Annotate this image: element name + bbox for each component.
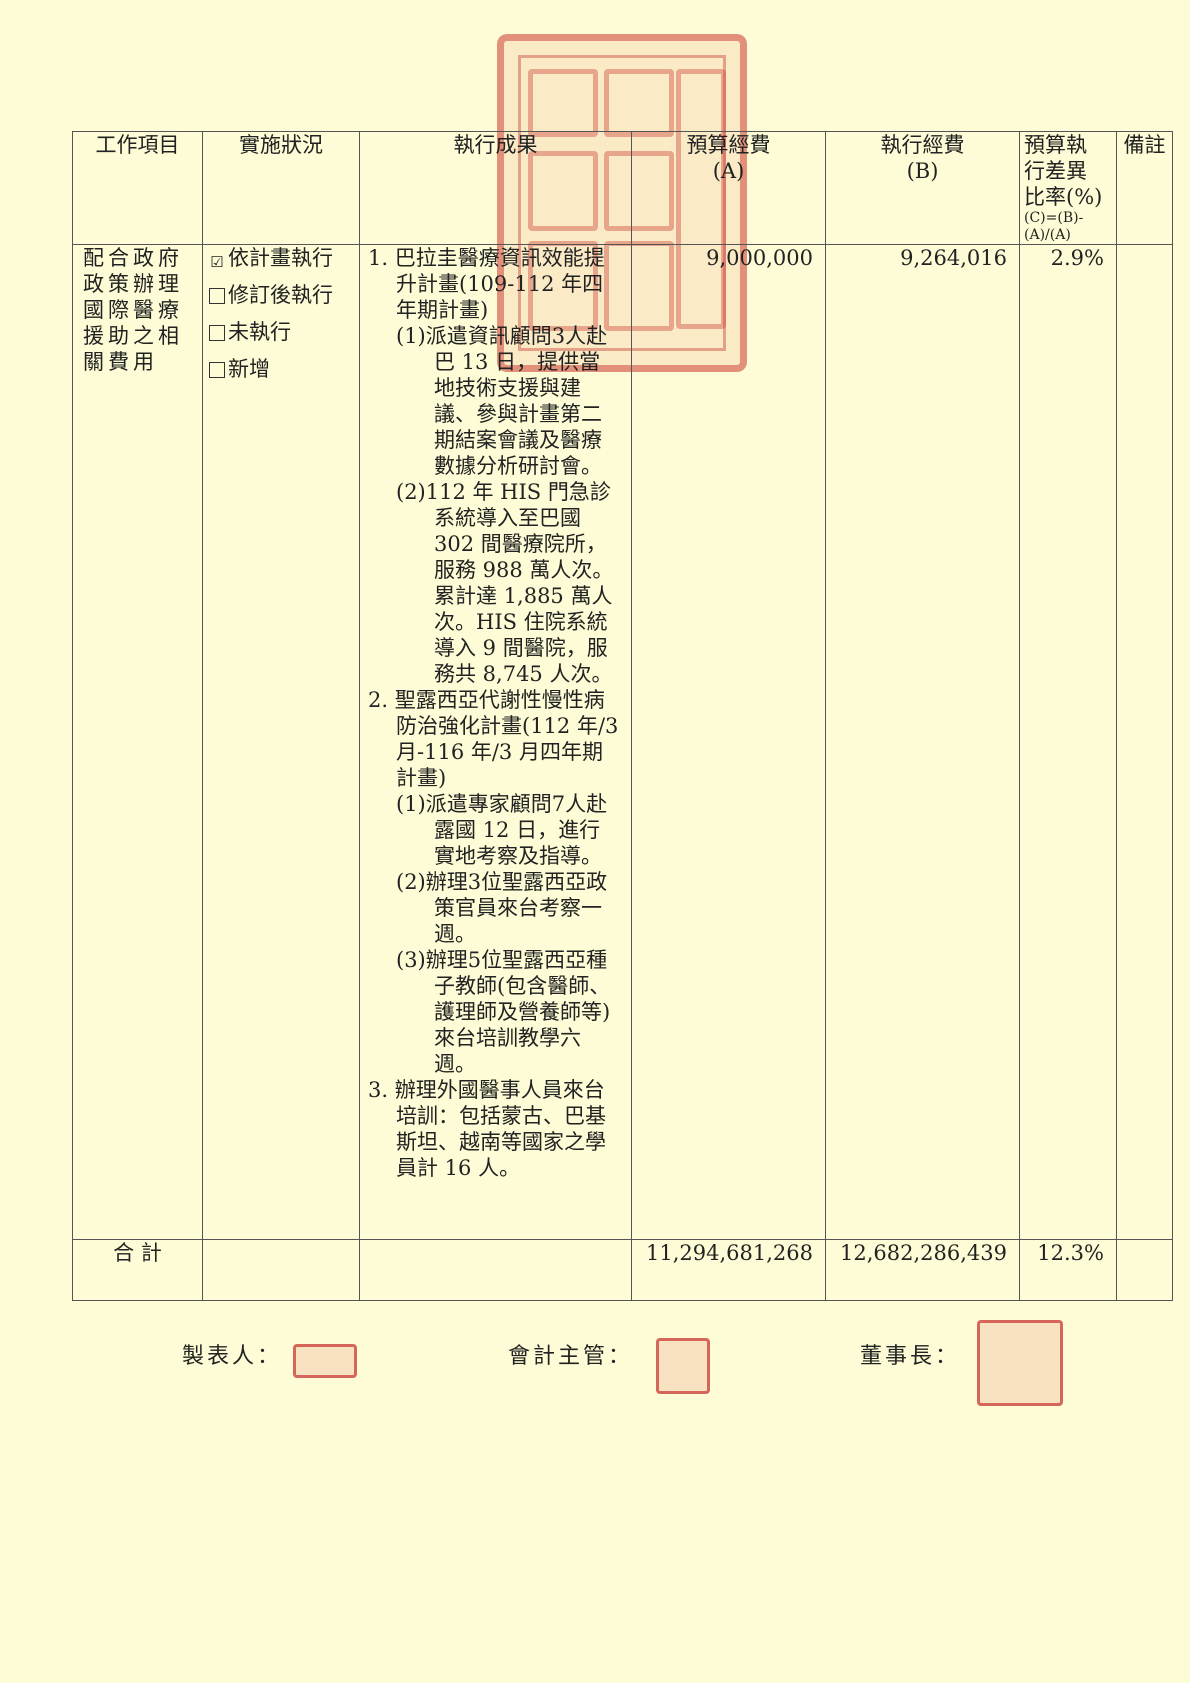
- accountant-label: 會計主管：: [508, 1344, 634, 1369]
- result-item: 1. 巴拉圭醫療資訊效能提升計畫(109-112 年四年期計畫): [368, 246, 605, 322]
- maker-stamp: [293, 1344, 357, 1378]
- header-remarks: 備註: [1116, 131, 1173, 245]
- table-row: 配合政府 政策辦理 國際醫療 援助之相 關費用 ☑ 依計畫執行 修訂後執行 未執行…: [72, 244, 1173, 1240]
- result-subitem: (3)辦理5位聖露西亞種子教師(包含醫師、護理師及營養師等)來台培訓教學六週。: [396, 948, 611, 1076]
- chairman-stamp: [977, 1320, 1063, 1406]
- checkbox-icon: [209, 288, 225, 304]
- checkbox-icon: [209, 362, 225, 378]
- diff-value: 2.9%: [1019, 244, 1117, 1240]
- accountant-stamp: [656, 1338, 710, 1394]
- header-budget: 預算經費 (A): [631, 131, 826, 245]
- result-subitem: (2)辦理3位聖露西亞政策官員來台考察一週。: [396, 870, 608, 946]
- total-label: 合 計: [72, 1239, 203, 1301]
- status-option: ☑ 依計畫執行: [210, 246, 333, 271]
- maker-label: 製表人：: [182, 1344, 283, 1369]
- result-subitem: (1)派遣專家顧問7人赴露國 12 日，進行實地考察及指導。: [396, 792, 608, 868]
- total-diff: 12.3%: [1019, 1239, 1117, 1301]
- total-exec: 12,682,286,439: [825, 1239, 1020, 1301]
- header-result: 執行成果: [359, 131, 632, 245]
- budget-execution-table: 工作項目 實施狀況 執行成果 預算經費 (A) 執行經費 (B) 預算執 行差異 比…: [72, 131, 1173, 1301]
- budget-value: 9,000,000: [631, 244, 826, 1240]
- result-subitem: (2)112 年 HIS 門急診系統導入至巴國 302 間醫療院所，服務 988…: [396, 480, 614, 686]
- total-budget: 11,294,681,268: [631, 1239, 826, 1301]
- header-status: 實施狀況: [202, 131, 360, 245]
- header-item: 工作項目: [72, 131, 203, 245]
- status-cell: ☑ 依計畫執行 修訂後執行 未執行 新增: [202, 244, 360, 1240]
- result-item: 3. 辦理外國醫事人員來台培訓：包括蒙古、巴基斯坦、越南等國家之學員計 16 人…: [368, 1078, 606, 1180]
- status-option: 修訂後執行: [203, 282, 359, 308]
- header-diff: 預算執 行差異 比率(%) (C)=(B)- (A)/(A): [1019, 131, 1117, 245]
- header-exec: 執行經費 (B): [825, 131, 1020, 245]
- status-option: 未執行: [203, 319, 359, 345]
- remarks-cell: [1116, 244, 1173, 1240]
- exec-value: 9,264,016: [825, 244, 1020, 1240]
- result-item: 2. 聖露西亞代謝性慢性病防治強化計畫(112 年/3 月-116 年/3 月四…: [368, 688, 619, 790]
- result-cell: 1. 巴拉圭醫療資訊效能提升計畫(109-112 年四年期計畫) (1)派遣資訊…: [359, 244, 632, 1240]
- checkbox-icon: [209, 325, 225, 341]
- result-subitem: (1)派遣資訊顧問3人赴巴 13 日，提供當地技術支援與建議、參與計畫第二期結案…: [396, 324, 608, 478]
- checkbox-checked-icon: ☑: [210, 253, 224, 271]
- header-row: 工作項目 實施狀況 執行成果 預算經費 (A) 執行經費 (B) 預算執 行差異 比…: [72, 131, 1173, 245]
- work-item-cell: 配合政府 政策辦理 國際醫療 援助之相 關費用: [72, 244, 203, 1240]
- chairman-label: 董事長：: [860, 1344, 961, 1369]
- total-row: 合 計 11,294,681,268 12,682,286,439 12.3%: [72, 1239, 1173, 1301]
- status-option: 新增: [203, 356, 359, 382]
